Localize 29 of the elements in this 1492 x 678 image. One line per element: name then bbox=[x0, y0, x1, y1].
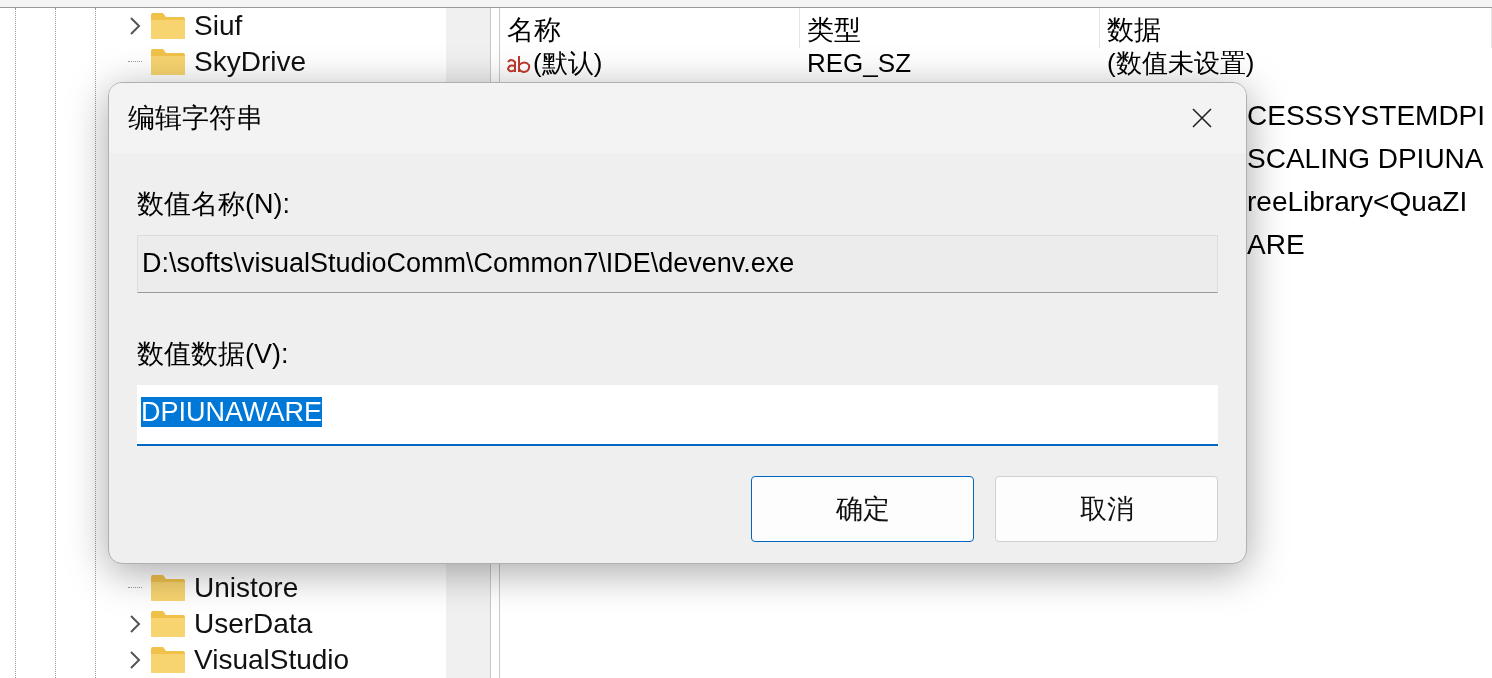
column-header[interactable]: 数据 bbox=[1100, 8, 1492, 48]
value-name-field[interactable]: D:\softs\visualStudioComm\Common7\IDE\devenv.exe bbox=[137, 235, 1218, 293]
folder-icon bbox=[150, 574, 186, 602]
tree-item[interactable]: UserData bbox=[194, 608, 313, 640]
close-icon bbox=[1191, 107, 1213, 129]
value-data: ARE bbox=[1247, 228, 1306, 262]
value-data: SCALING DPIUNA bbox=[1247, 142, 1485, 176]
field-label: 数值名称(N): bbox=[137, 188, 291, 221]
value-data-field[interactable]: DPIUNAWARE bbox=[137, 385, 1218, 446]
value-name: (默认) bbox=[533, 47, 603, 80]
cancel-button[interactable]: 取消 bbox=[995, 476, 1218, 542]
folder-icon bbox=[150, 610, 186, 638]
field-label: 数值数据(V): bbox=[137, 338, 290, 371]
dialog-title: 编辑字符串 bbox=[128, 102, 263, 135]
value-data: CESSSYSTEMDPI bbox=[1247, 99, 1487, 133]
column-header[interactable]: 名称 bbox=[500, 8, 800, 48]
tree-item[interactable]: Unistore bbox=[194, 572, 299, 604]
tree-item[interactable]: VisualStudio bbox=[194, 644, 350, 676]
tree-item[interactable]: Siuf bbox=[194, 10, 243, 42]
folder-icon bbox=[150, 646, 186, 674]
ok-button[interactable]: 确定 bbox=[751, 476, 974, 542]
value-data: (数值未设置) bbox=[1106, 47, 1256, 80]
folder-icon bbox=[150, 48, 186, 76]
tree-item[interactable]: SkyDrive bbox=[194, 46, 306, 78]
column-header[interactable]: 类型 bbox=[800, 8, 1100, 48]
folder-icon bbox=[150, 12, 186, 40]
value-data: reeLibrary<QuaZI bbox=[1247, 185, 1469, 219]
string-value-icon bbox=[507, 54, 531, 73]
value-type: REG_SZ bbox=[806, 48, 913, 79]
